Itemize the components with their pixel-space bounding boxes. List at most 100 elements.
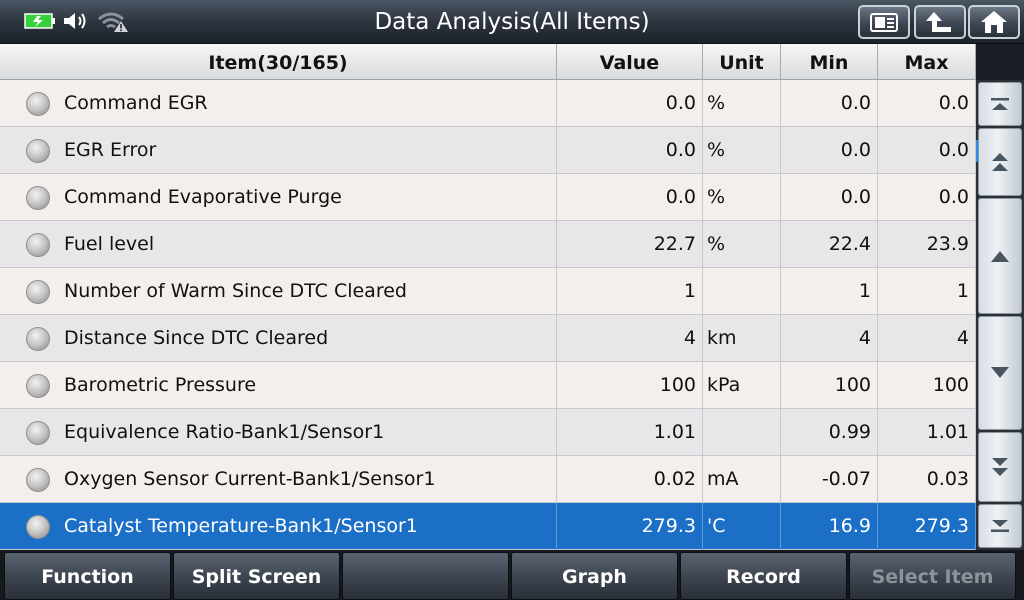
function-bar: Function Split Screen Graph Record Selec…	[0, 550, 1024, 600]
item-name: Command EGR	[64, 92, 208, 114]
screenshot-icon	[870, 13, 898, 32]
select-item-button[interactable]: Select Item	[849, 552, 1016, 600]
item-value: 0.0	[557, 127, 703, 174]
item-max: 279.3	[878, 503, 976, 550]
item-unit	[703, 409, 781, 456]
line-up-icon	[991, 251, 1009, 262]
table-row[interactable]: Fuel level 22.7 % 22.4 23.9	[0, 221, 976, 268]
item-min: 1	[781, 268, 878, 315]
item-value: 22.7	[557, 221, 703, 268]
item-max: 0.03	[878, 456, 976, 503]
item-unit	[703, 268, 781, 315]
item-name: Barometric Pressure	[64, 374, 257, 396]
table-row-selected[interactable]: Catalyst Temperature-Bank1/Sensor1 279.3…	[0, 503, 976, 550]
item-max: 1.01	[878, 409, 976, 456]
data-table: Item(30/165) Value Unit Min Max Command …	[0, 44, 976, 550]
graph-button[interactable]: Graph	[511, 552, 678, 600]
item-value: 0.0	[557, 174, 703, 221]
column-unit: Unit	[703, 44, 781, 80]
title-bar: Data Analysis(All Items)	[0, 0, 1024, 44]
item-unit: km	[703, 315, 781, 362]
item-name: Distance Since DTC Cleared	[64, 327, 329, 349]
table-row[interactable]: Equivalence Ratio-Bank1/Sensor1 1.01 0.9…	[0, 409, 976, 456]
line-up-button[interactable]	[978, 198, 1022, 314]
table-body: Command EGR 0.0 % 0.0 0.0 EGR Error 0.0 …	[0, 80, 976, 550]
screenshot-button[interactable]	[858, 5, 910, 39]
column-value: Value	[557, 44, 703, 80]
item-min: 22.4	[781, 221, 878, 268]
back-icon	[926, 12, 951, 32]
row-radio[interactable]	[26, 279, 50, 304]
row-radio[interactable]	[26, 373, 50, 398]
item-value: 0.0	[557, 80, 703, 127]
item-max: 100	[878, 362, 976, 409]
column-min: Min	[781, 44, 878, 80]
item-unit: %	[703, 80, 781, 127]
scroll-bottom-button[interactable]	[978, 504, 1022, 548]
item-unit: %	[703, 174, 781, 221]
item-min: 16.9	[781, 503, 878, 550]
item-max: 0.0	[878, 174, 976, 221]
table-header: Item(30/165) Value Unit Min Max	[0, 44, 976, 80]
line-down-icon	[991, 367, 1009, 378]
row-radio[interactable]	[26, 420, 50, 445]
item-min: 0.0	[781, 80, 878, 127]
row-radio[interactable]	[26, 91, 50, 116]
split-screen-button[interactable]: Split Screen	[173, 552, 340, 600]
page-down-button[interactable]	[978, 432, 1022, 502]
item-min: 0.0	[781, 174, 878, 221]
item-name: Command Evaporative Purge	[64, 186, 342, 208]
table-row[interactable]: Command EGR 0.0 % 0.0 0.0	[0, 80, 976, 127]
back-button[interactable]	[914, 5, 966, 39]
table-row[interactable]: Distance Since DTC Cleared 4 km 4 4	[0, 315, 976, 362]
function-button[interactable]: Function	[4, 552, 171, 600]
home-button[interactable]	[968, 5, 1020, 39]
table-row[interactable]: EGR Error 0.0 % 0.0 0.0	[0, 127, 976, 174]
row-radio[interactable]	[26, 514, 50, 539]
table-row[interactable]: Barometric Pressure 100 kPa 100 100	[0, 362, 976, 409]
row-radio[interactable]	[26, 326, 50, 351]
line-down-button[interactable]	[978, 316, 1022, 430]
home-icon	[981, 11, 1007, 33]
item-max: 23.9	[878, 221, 976, 268]
row-radio[interactable]	[26, 232, 50, 257]
item-name: Equivalence Ratio-Bank1/Sensor1	[64, 421, 385, 443]
item-max: 0.0	[878, 80, 976, 127]
page-down-icon	[992, 458, 1008, 476]
item-unit: mA	[703, 456, 781, 503]
item-value: 100	[557, 362, 703, 409]
page-up-icon	[992, 153, 1008, 171]
scroll-top-button[interactable]	[978, 82, 1022, 126]
scroll-bottom-icon	[991, 520, 1009, 532]
item-name: Oxygen Sensor Current-Bank1/Sensor1	[64, 468, 436, 490]
item-unit: %	[703, 127, 781, 174]
row-radio[interactable]	[26, 185, 50, 210]
empty-button[interactable]	[342, 552, 509, 600]
table-row[interactable]: Command Evaporative Purge 0.0 % 0.0 0.0	[0, 174, 976, 221]
item-value: 4	[557, 315, 703, 362]
item-min: 100	[781, 362, 878, 409]
item-value: 1.01	[557, 409, 703, 456]
item-max: 1	[878, 268, 976, 315]
scroll-controls	[976, 80, 1024, 550]
row-radio[interactable]	[26, 138, 50, 163]
item-min: -0.07	[781, 456, 878, 503]
table-row[interactable]: Oxygen Sensor Current-Bank1/Sensor1 0.02…	[0, 456, 976, 503]
item-value: 1	[557, 268, 703, 315]
item-unit: 'C	[703, 503, 781, 550]
item-max: 0.0	[878, 127, 976, 174]
page-up-button[interactable]	[978, 128, 1022, 196]
item-name: Catalyst Temperature-Bank1/Sensor1	[64, 515, 418, 537]
column-item: Item(30/165)	[0, 44, 557, 80]
item-min: 0.0	[781, 127, 878, 174]
item-min: 4	[781, 315, 878, 362]
item-unit: %	[703, 221, 781, 268]
item-value: 0.02	[557, 456, 703, 503]
table-row[interactable]: Number of Warm Since DTC Cleared 1 1 1	[0, 268, 976, 315]
item-name: EGR Error	[64, 139, 157, 161]
item-name: Number of Warm Since DTC Cleared	[64, 280, 407, 302]
record-button[interactable]: Record	[680, 552, 847, 600]
scroll-top-icon	[991, 98, 1009, 110]
row-radio[interactable]	[26, 467, 50, 492]
item-min: 0.99	[781, 409, 878, 456]
